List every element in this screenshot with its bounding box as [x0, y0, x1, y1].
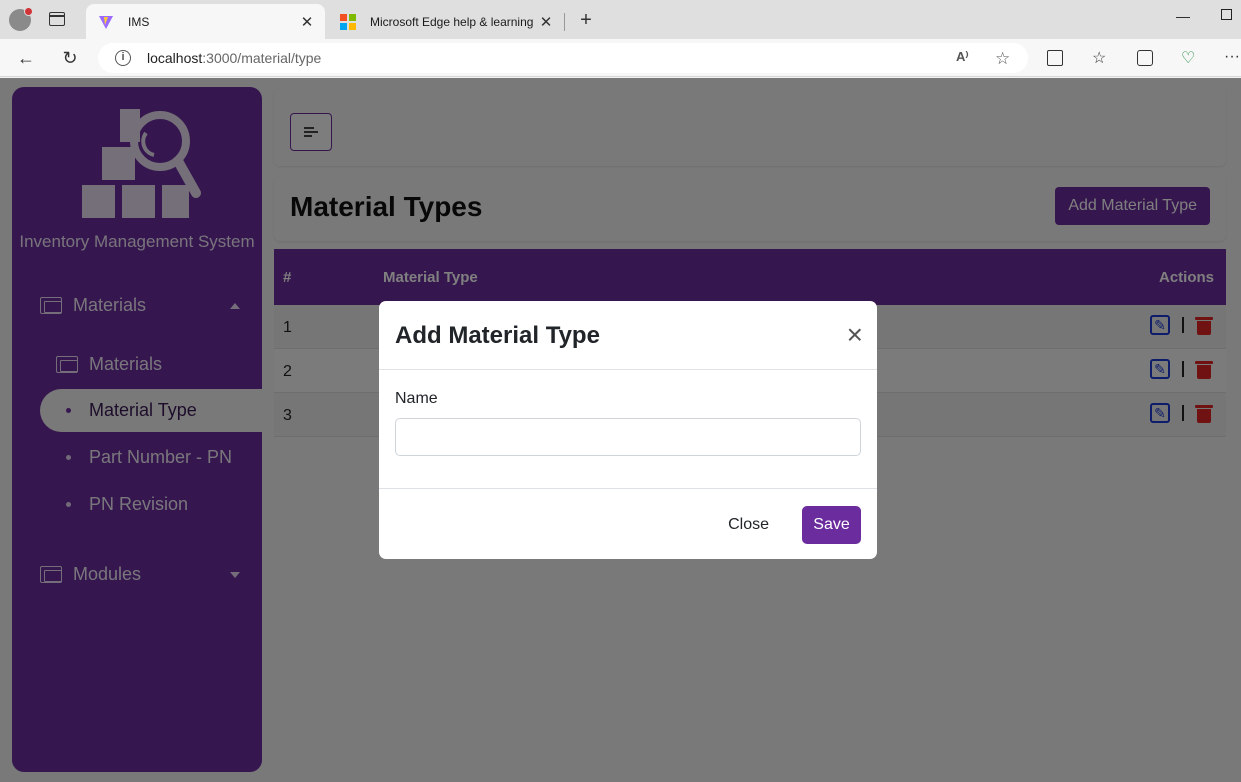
- tab-ims[interactable]: IMS ✕: [86, 4, 325, 39]
- modal-header: Add Material Type ×: [379, 301, 877, 370]
- address-bar[interactable]: i localhost:3000/material/type A⁾ ☆: [98, 43, 1028, 73]
- name-label: Name: [395, 390, 438, 407]
- minimize-icon[interactable]: —: [1176, 8, 1190, 24]
- url-text: localhost:3000/material/type: [147, 50, 322, 66]
- favorites-icon[interactable]: ☆: [1092, 48, 1106, 68]
- modal-title: Add Material Type: [395, 322, 600, 349]
- refresh-icon[interactable]: ↻: [60, 48, 80, 68]
- close-tab-icon[interactable]: ✕: [295, 13, 319, 31]
- new-tab-icon[interactable]: +: [576, 10, 596, 30]
- favorite-star-icon[interactable]: ☆: [995, 49, 1010, 69]
- modal-footer: Close Save: [379, 489, 877, 558]
- vite-icon: [99, 15, 113, 29]
- close-icon[interactable]: ×: [847, 321, 863, 349]
- browser-tab-bar: IMS ✕ Microsoft Edge help & learning ✕ +…: [0, 0, 1241, 39]
- back-icon[interactable]: ←: [16, 48, 36, 68]
- browser-essentials-icon[interactable]: ♡: [1181, 48, 1195, 68]
- tab-title: IMS: [128, 14, 150, 29]
- profile-icon[interactable]: [9, 7, 33, 31]
- name-input[interactable]: [395, 418, 861, 456]
- maximize-icon[interactable]: [1221, 9, 1232, 20]
- split-screen-icon[interactable]: [1047, 50, 1063, 66]
- save-button[interactable]: Save: [802, 506, 861, 544]
- tab-edge-help[interactable]: Microsoft Edge help & learning ✕: [328, 4, 564, 39]
- tab-title: Microsoft Edge help & learning: [370, 14, 534, 29]
- collections-icon[interactable]: [1137, 50, 1153, 66]
- add-material-type-modal: Add Material Type × Name Close Save: [379, 301, 877, 559]
- modal-body: Name: [379, 370, 877, 489]
- more-options-icon[interactable]: ···: [1224, 48, 1240, 66]
- info-icon[interactable]: i: [115, 50, 131, 66]
- browser-toolbar: ← ↻ i localhost:3000/material/type A⁾ ☆ …: [0, 39, 1241, 77]
- tab-separator: [564, 13, 565, 31]
- read-aloud-icon[interactable]: A⁾: [956, 49, 969, 65]
- tab-actions-icon[interactable]: [49, 12, 65, 26]
- close-button[interactable]: Close: [716, 506, 781, 544]
- close-tab-icon[interactable]: ✕: [534, 13, 558, 31]
- microsoft-icon: [340, 13, 356, 30]
